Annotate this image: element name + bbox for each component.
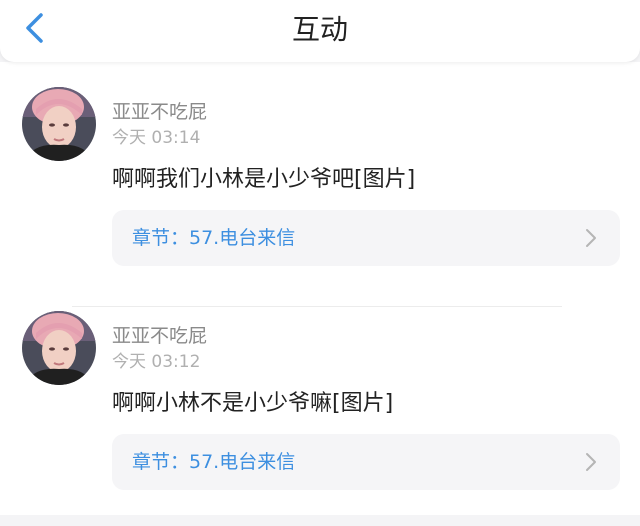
avatar[interactable]: [22, 87, 96, 161]
list-item: 亚亚不吃屁 今天 03:14 啊啊我们小林是小少爷吧[图片] 章节：57.电台来…: [0, 82, 640, 307]
interaction-list: 亚亚不吃屁 今天 03:14 啊啊我们小林是小少爷吧[图片] 章节：57.电台来…: [0, 62, 640, 515]
username[interactable]: 亚亚不吃屁: [112, 324, 207, 348]
chapter-label: 章节：57.电台来信: [132, 451, 296, 473]
comment-text: 啊啊我们小林是小少爷吧[图片]: [112, 167, 416, 192]
list-item: 亚亚不吃屁 今天 03:12 啊啊小林不是小少爷嘛[图片] 章节：57.电台来信: [0, 306, 640, 526]
timestamp: 今天 03:12: [112, 352, 201, 372]
chapter-link[interactable]: 章节：57.电台来信: [112, 210, 620, 266]
page-title: 互动: [291, 13, 348, 46]
chevron-right-icon: [584, 452, 598, 472]
chapter-label: 章节：57.电台来信: [132, 227, 296, 249]
avatar[interactable]: [22, 311, 96, 385]
comment-text: 啊啊小林不是小少爷嘛[图片]: [112, 391, 394, 416]
chevron-right-icon: [584, 228, 598, 248]
chapter-link[interactable]: 章节：57.电台来信: [112, 434, 620, 490]
username[interactable]: 亚亚不吃屁: [112, 100, 207, 124]
top-bar: 互动: [0, 0, 640, 62]
timestamp: 今天 03:14: [112, 128, 201, 148]
